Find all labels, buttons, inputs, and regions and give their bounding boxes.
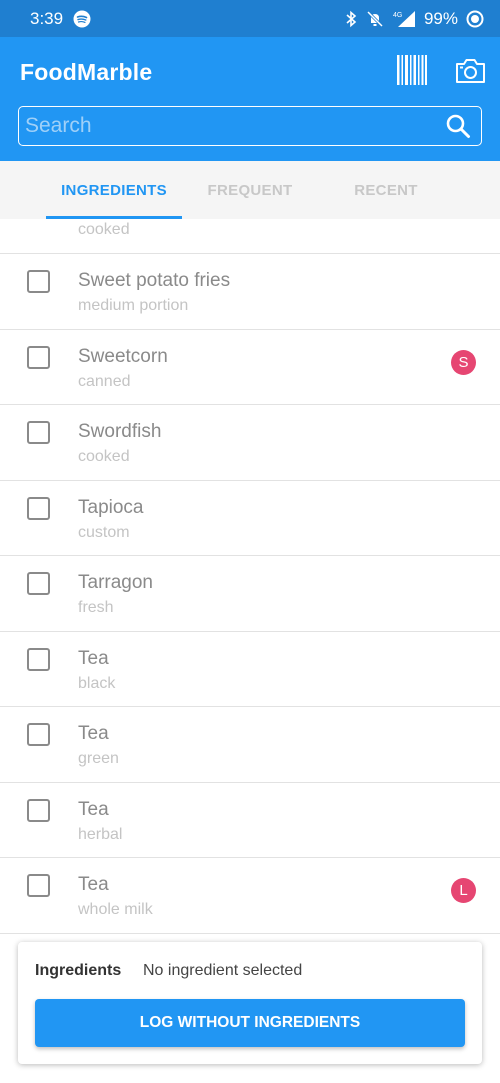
item-subtitle: black <box>78 674 116 692</box>
tab-frequent[interactable]: FREQUENT <box>182 161 318 219</box>
list-item[interactable]: Tarragon fresh <box>0 556 500 632</box>
list-item[interactable]: Sweetcorn canned S <box>0 330 500 405</box>
mute-icon <box>366 10 384 28</box>
item-subtitle: herbal <box>78 825 123 843</box>
list-item[interactable]: Swordfish cooked <box>0 405 500 481</box>
item-badge: S <box>451 349 476 375</box>
item-checkbox[interactable] <box>27 345 50 369</box>
item-name: Sweetcorn <box>78 345 168 367</box>
tab-ingredients[interactable]: INGREDIENTS <box>46 161 182 219</box>
spotify-icon <box>73 10 91 28</box>
list-item-partial[interactable]: cooked <box>0 219 500 254</box>
list-item[interactable]: Tea whole milk L <box>0 858 500 934</box>
item-subtitle: canned <box>78 372 131 390</box>
battery-level: 99% <box>423 8 458 28</box>
item-checkbox[interactable] <box>27 572 50 595</box>
item-name: Tea <box>78 723 109 744</box>
item-subtitle: medium portion <box>78 297 189 314</box>
item-name: Tea <box>78 647 109 669</box>
item-checkbox[interactable] <box>27 270 50 293</box>
selection-card: Ingredients No ingredient selected LOG W… <box>18 942 482 1064</box>
barcode-icon[interactable] <box>397 55 427 85</box>
item-checkbox[interactable] <box>27 421 50 444</box>
battery-icon <box>466 10 484 28</box>
item-subtitle: cooked <box>78 221 130 238</box>
item-name: Tea <box>78 798 109 820</box>
tab-recent[interactable]: RECENT <box>318 161 454 219</box>
signal-icon: 4G <box>392 10 416 28</box>
item-checkbox[interactable] <box>27 496 50 520</box>
item-subtitle: green <box>78 750 119 767</box>
status-time: 3:39 <box>30 8 64 28</box>
list-item[interactable]: Tea herbal <box>0 783 500 858</box>
item-name: Sweet potato fries <box>78 270 231 291</box>
item-name: Swordfish <box>78 421 162 442</box>
search-box[interactable] <box>18 106 482 146</box>
item-name: Tea <box>78 874 109 895</box>
status-bar: 3:39 4G 99% <box>0 0 500 37</box>
app-bar: FoodMarble <box>0 37 500 161</box>
network-type: 4G <box>393 12 402 19</box>
list-item[interactable]: Tea black <box>0 632 500 707</box>
list-item[interactable]: Tapioca custom <box>0 481 500 556</box>
search-input[interactable] <box>19 107 445 145</box>
item-subtitle: custom <box>78 523 130 541</box>
item-name: Tarragon <box>78 572 153 593</box>
item-badge: L <box>451 878 476 903</box>
item-subtitle: whole milk <box>78 901 153 918</box>
item-name: Tapioca <box>78 496 144 518</box>
item-checkbox[interactable] <box>27 723 50 746</box>
list-item[interactable]: Tea green <box>0 707 500 783</box>
bluetooth-icon <box>344 10 358 28</box>
list-item[interactable]: Sweet potato fries medium portion <box>0 254 500 330</box>
item-checkbox[interactable] <box>27 874 50 897</box>
log-without-ingredients-button[interactable]: LOG WITHOUT INGREDIENTS <box>35 999 465 1047</box>
camera-icon[interactable] <box>455 57 486 85</box>
item-subtitle: fresh <box>78 599 114 616</box>
app-title: FoodMarble <box>20 59 153 85</box>
search-icon[interactable] <box>445 113 471 139</box>
item-subtitle: cooked <box>78 448 130 465</box>
item-checkbox[interactable] <box>27 798 50 822</box>
ingredients-label: Ingredients <box>35 962 122 979</box>
tab-bar: INGREDIENTS FREQUENT RECENT <box>0 161 500 219</box>
selection-status: No ingredient selected <box>143 962 303 979</box>
item-checkbox[interactable] <box>27 647 50 671</box>
